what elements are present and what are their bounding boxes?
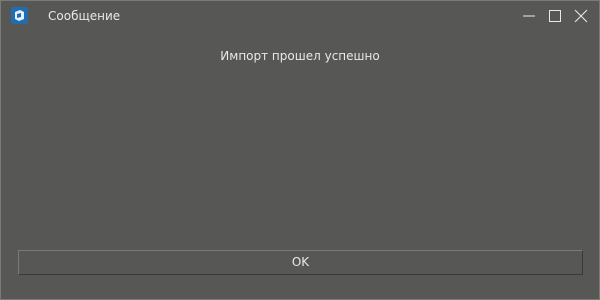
close-button[interactable]	[567, 1, 595, 31]
maximize-button[interactable]	[541, 1, 569, 31]
minimize-icon	[523, 15, 535, 17]
maximize-icon	[549, 10, 561, 22]
dialog-message: Импорт прошел успешно	[220, 49, 380, 63]
message-dialog-window: Сообщение Импорт прошел успешно OK	[0, 0, 600, 300]
window-title: Сообщение	[48, 9, 121, 23]
title-bar[interactable]: Сообщение	[1, 1, 599, 31]
minimize-button[interactable]	[515, 1, 543, 31]
app-icon	[11, 7, 28, 24]
ok-button[interactable]: OK	[18, 250, 583, 275]
close-icon	[574, 9, 588, 23]
